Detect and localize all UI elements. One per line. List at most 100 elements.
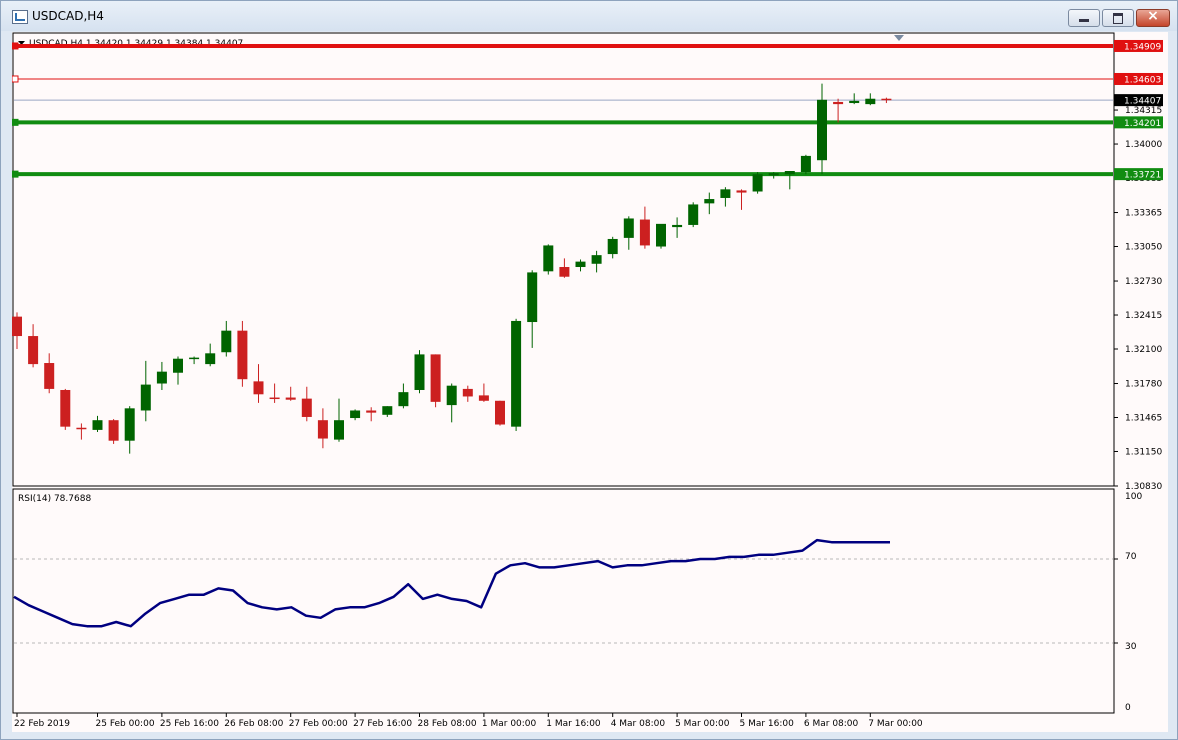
candle-body: [784, 171, 795, 175]
candle-body: [849, 100, 860, 104]
price-label-1.34201: 1.34201: [1124, 119, 1161, 129]
candle-body: [817, 99, 827, 161]
price-tick-label: 1.34315: [1125, 106, 1162, 116]
chart-canvas[interactable]: USDCAD,H4 1.34420 1.34429 1.34384 1.3440…: [12, 32, 1168, 732]
line-anchor-handle: [12, 170, 19, 178]
time-label: 22 Feb 2019: [14, 719, 70, 729]
price-pane[interactable]: [12, 32, 1115, 487]
candle-body: [44, 363, 55, 389]
candle-body: [382, 406, 393, 415]
price-tick-label: 1.34000: [1125, 140, 1162, 150]
rsi-tick-30: 30: [1125, 642, 1137, 652]
time-label: 4 Mar 08:00: [611, 719, 666, 729]
price-tick-label: 1.33050: [1125, 243, 1162, 253]
price-tick-label: 1.32730: [1125, 277, 1162, 287]
candle-body: [253, 381, 264, 395]
title-bar[interactable]: USDCAD,H4 ×: [1, 1, 1177, 31]
candle-body: [639, 219, 650, 246]
candle-body: [704, 199, 715, 204]
candle-body: [607, 238, 618, 255]
candle-body: [430, 354, 441, 402]
price-tick-label: 1.31150: [1125, 447, 1162, 457]
candle-body: [156, 371, 167, 384]
candle-body: [559, 267, 570, 277]
candle-body: [591, 255, 602, 264]
price-tick-label: 1.30830: [1125, 482, 1162, 492]
time-label: 28 Feb 08:00: [418, 719, 477, 729]
candle-body: [672, 224, 683, 228]
candle-body: [285, 397, 296, 400]
minimize-button[interactable]: [1068, 9, 1100, 27]
line-anchor-handle: [12, 118, 19, 126]
candle: [688, 202, 699, 228]
candle-body: [478, 395, 489, 401]
close-icon: ×: [1147, 8, 1159, 24]
candle-body: [92, 420, 103, 430]
candle: [656, 223, 666, 249]
candle-body: [350, 410, 361, 419]
price-tick-label: 1.32415: [1125, 311, 1162, 321]
candle-body: [833, 101, 844, 105]
candle: [60, 388, 71, 430]
candle: [495, 400, 505, 426]
candle-body: [366, 410, 377, 413]
close-button[interactable]: ×: [1136, 8, 1170, 27]
chart-window-icon: [12, 10, 28, 24]
candle: [800, 154, 811, 175]
window-title: USDCAD,H4: [32, 9, 104, 23]
candle-body: [28, 336, 39, 365]
rsi-tick-0: 0: [1125, 703, 1131, 713]
candle-body: [623, 218, 634, 238]
candle-body: [752, 174, 763, 192]
candle-body: [205, 353, 216, 365]
restore-button[interactable]: [1102, 9, 1134, 27]
candle-body: [720, 189, 731, 198]
candle-body: [60, 389, 71, 427]
candle-body: [446, 385, 457, 406]
time-label: 27 Feb 00:00: [289, 719, 348, 729]
candle-body: [140, 384, 151, 411]
candle-body: [865, 98, 876, 105]
candle-body: [237, 330, 248, 380]
price-tick-label: 1.32100: [1125, 345, 1162, 355]
candle-body: [189, 357, 200, 360]
candle-body: [881, 98, 892, 101]
candle-body: [800, 155, 811, 173]
candle-body: [269, 397, 280, 400]
candle-body: [334, 420, 344, 440]
candle-body: [414, 354, 425, 390]
line-anchor-handle: [12, 75, 19, 83]
candle: [430, 354, 441, 408]
candle-body: [301, 398, 312, 417]
candle-body: [495, 400, 505, 425]
rsi-pane[interactable]: [12, 488, 1115, 714]
candle: [414, 350, 425, 394]
candle-body: [124, 408, 135, 441]
time-label: 25 Feb 16:00: [160, 719, 219, 729]
candle-body: [173, 358, 183, 373]
time-label: 5 Mar 00:00: [675, 719, 730, 729]
time-label: 25 Feb 00:00: [96, 719, 155, 729]
time-label: 1 Mar 16:00: [546, 719, 601, 729]
candle-body: [688, 204, 699, 225]
candle-body: [76, 427, 87, 430]
time-label: 5 Mar 16:00: [740, 719, 795, 729]
candle-body: [317, 420, 328, 439]
price-label-1.34603: 1.34603: [1124, 75, 1161, 85]
time-label: 26 Feb 08:00: [224, 719, 283, 729]
candle-body: [768, 173, 779, 176]
candle-body: [108, 420, 119, 441]
chart-window: USDCAD,H4 × USDCAD,H4 1.34420 1.34429 1.…: [0, 0, 1178, 740]
candle-body: [543, 245, 554, 272]
time-label: 27 Feb 16:00: [353, 719, 412, 729]
candle-body: [736, 190, 747, 193]
candle-body: [511, 320, 522, 427]
price-tick-label: 1.31465: [1125, 413, 1162, 423]
price-tick-label: 1.33365: [1125, 209, 1162, 219]
candle-body: [462, 388, 473, 397]
candle-body: [221, 330, 232, 353]
time-label: 7 Mar 00:00: [868, 719, 923, 729]
price-tick-label: 1.31780: [1125, 380, 1162, 390]
time-label: 1 Mar 00:00: [482, 719, 537, 729]
candle: [237, 320, 248, 387]
